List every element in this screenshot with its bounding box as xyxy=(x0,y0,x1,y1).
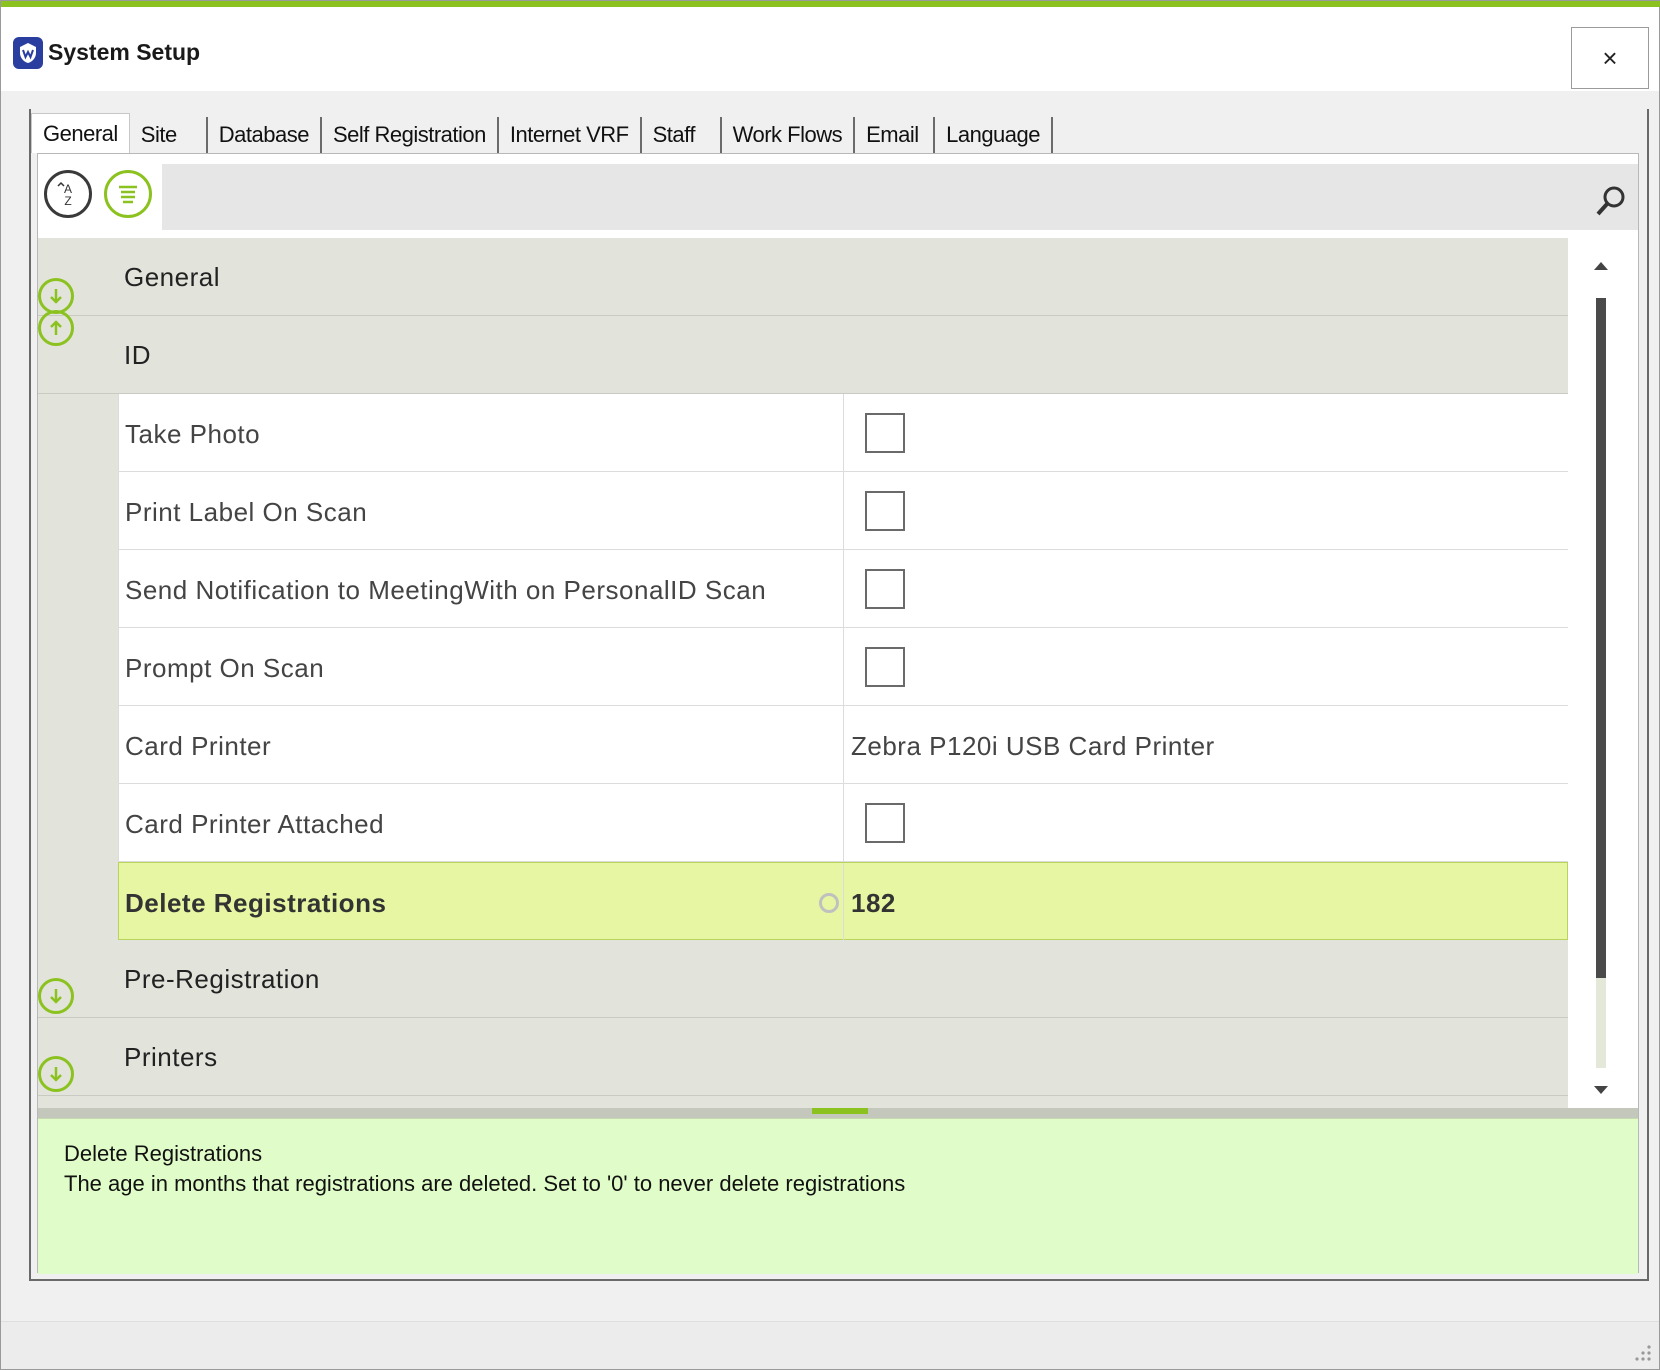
category-label: ID xyxy=(124,340,151,370)
category-row-id[interactable]: ID xyxy=(38,310,1568,394)
search-icon[interactable] xyxy=(1594,184,1628,218)
property-toolbar: A Z xyxy=(38,154,1638,234)
categorized-icon xyxy=(119,185,137,204)
collapse-up-icon[interactable] xyxy=(38,310,74,346)
close-button[interactable]: × xyxy=(1571,27,1649,89)
expand-down-icon[interactable] xyxy=(38,978,74,1014)
app-logo-icon xyxy=(13,37,43,69)
tab-database[interactable]: Database xyxy=(208,117,322,153)
tab-strip: General Site Database Self Registration … xyxy=(31,113,1053,153)
tab-email[interactable]: Email xyxy=(855,117,936,153)
vertical-scrollbar[interactable] xyxy=(1568,238,1638,1108)
column-divider xyxy=(843,863,844,941)
property-name: Card Printer Attached xyxy=(125,809,385,839)
expand-down-icon[interactable] xyxy=(38,278,74,314)
property-row-prompt-on-scan[interactable]: Prompt On Scan xyxy=(118,628,1568,706)
property-name: Prompt On Scan xyxy=(125,653,325,683)
column-divider xyxy=(843,550,844,628)
card-printer-attached-checkbox[interactable] xyxy=(865,803,905,843)
take-photo-checkbox[interactable] xyxy=(865,413,905,453)
send-notification-checkbox[interactable] xyxy=(865,569,905,609)
property-row-card-printer[interactable]: Card Printer Zebra P120i USB Card Printe… xyxy=(118,706,1568,784)
tab-self-registration[interactable]: Self Registration xyxy=(322,117,499,153)
print-label-on-scan-checkbox[interactable] xyxy=(865,491,905,531)
scroll-up-icon[interactable] xyxy=(1594,262,1608,270)
tab-site[interactable]: Site xyxy=(130,117,208,153)
expand-down-icon[interactable] xyxy=(38,1056,74,1092)
splitter-grip[interactable] xyxy=(812,1108,868,1114)
description-text: The age in months that registrations are… xyxy=(64,1171,906,1196)
category-row-general[interactable]: General xyxy=(38,238,1568,316)
svg-text:Z: Z xyxy=(64,194,71,208)
title-bar[interactable]: System Setup × xyxy=(1,7,1659,91)
category-row-pre-registration[interactable]: Pre-Registration xyxy=(38,940,1568,1018)
tab-internet-vrf[interactable]: Internet VRF xyxy=(499,117,642,153)
tab-work-flows[interactable]: Work Flows xyxy=(722,117,856,153)
prompt-on-scan-checkbox[interactable] xyxy=(865,647,905,687)
category-label: Pre-Registration xyxy=(124,964,320,994)
close-icon: × xyxy=(1602,42,1618,73)
search-input[interactable] xyxy=(172,174,1572,220)
property-name: Print Label On Scan xyxy=(125,497,368,527)
property-name: Card Printer xyxy=(125,731,272,761)
window-title: System Setup xyxy=(48,39,201,65)
property-panel: A Z General ID Take Photo Print Label On… xyxy=(37,153,1639,1274)
resize-grip-icon[interactable] xyxy=(1631,1341,1653,1363)
category-row-printers[interactable]: Printers xyxy=(38,1018,1568,1096)
property-row-send-notification[interactable]: Send Notification to MeetingWith on Pers… xyxy=(118,550,1568,628)
category-label: Printers xyxy=(124,1042,218,1072)
description-title: Delete Registrations xyxy=(64,1141,263,1166)
card-printer-value[interactable]: Zebra P120i USB Card Printer xyxy=(851,731,1215,762)
sort-alphabetical-button[interactable]: A Z xyxy=(44,170,92,218)
column-divider xyxy=(843,706,844,784)
tab-staff[interactable]: Staff xyxy=(642,117,722,153)
search-box xyxy=(162,164,1638,230)
description-splitter[interactable] xyxy=(38,1108,1638,1118)
property-name: Delete Registrations xyxy=(125,888,387,918)
column-divider xyxy=(843,784,844,862)
description-panel: Delete Registrations The age in months t… xyxy=(38,1118,1638,1274)
column-divider xyxy=(843,394,844,472)
property-name: Send Notification to MeetingWith on Pers… xyxy=(125,575,767,605)
scroll-down-icon[interactable] xyxy=(1594,1086,1608,1094)
property-row-card-printer-attached[interactable]: Card Printer Attached xyxy=(118,784,1568,862)
property-row-print-label-on-scan[interactable]: Print Label On Scan xyxy=(118,472,1568,550)
column-divider xyxy=(843,472,844,550)
property-row-take-photo[interactable]: Take Photo xyxy=(118,394,1568,472)
tab-language[interactable]: Language xyxy=(935,117,1053,153)
property-name: Take Photo xyxy=(125,419,261,449)
sort-alphabetical-icon: A Z xyxy=(57,181,72,208)
property-grid: General ID Take Photo Print Label On Sca… xyxy=(38,238,1568,1108)
status-bar xyxy=(1,1321,1659,1369)
categorized-button[interactable] xyxy=(104,170,152,218)
property-row-delete-registrations[interactable]: Delete Registrations 182 xyxy=(118,862,1568,941)
delete-registrations-value[interactable]: 182 xyxy=(851,888,896,919)
category-label: General xyxy=(124,262,220,292)
system-setup-window: System Setup × General Site Database Sel… xyxy=(0,0,1660,1370)
tab-general[interactable]: General xyxy=(31,113,130,153)
column-divider xyxy=(843,628,844,706)
scroll-thumb[interactable] xyxy=(1596,298,1606,978)
modified-indicator-icon xyxy=(819,893,839,913)
